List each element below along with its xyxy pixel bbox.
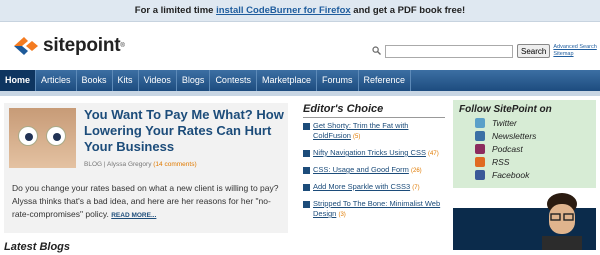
editors-item-count: (3) <box>338 212 346 218</box>
promo-banner: For a limited time install CodeBurner fo… <box>0 0 600 22</box>
editors-item-count: (47) <box>428 151 439 157</box>
brand-name: sitepoint <box>43 35 121 56</box>
article-icon <box>303 150 310 157</box>
featured-article: You Want To Pay Me What? How Lowering Yo… <box>4 103 288 233</box>
follow-label[interactable]: Podcast <box>492 144 523 154</box>
editors-item[interactable]: Get Shorty: Trim the Fat with ColdFusion… <box>303 121 445 142</box>
search-bar: Search Advanced Search Sitemap <box>372 42 597 60</box>
nav-blogs[interactable]: Blogs <box>177 70 211 91</box>
article-icon <box>303 201 310 208</box>
promo-link[interactable]: install CodeBurner for Firefox <box>216 5 351 16</box>
follow-label[interactable]: RSS <box>492 157 509 167</box>
article-icon <box>303 123 310 130</box>
promo-text-pre: For a limited time <box>134 5 217 16</box>
latest-blogs-heading: Latest Blogs <box>4 241 71 253</box>
follow-box: Follow SitePoint on Twitter Newsletters … <box>453 100 596 188</box>
editors-item-title[interactable]: Stripped To The Bone: Minimalist Web Des… <box>313 199 440 218</box>
nav-books[interactable]: Books <box>77 70 113 91</box>
nav-divider <box>0 91 600 96</box>
follow-podcast[interactable]: Podcast <box>475 144 596 154</box>
nav-reference[interactable]: Reference <box>359 70 412 91</box>
promo-text-post: and get a PDF book free! <box>350 5 466 16</box>
editors-item-title[interactable]: Add More Sparkle with CSS3 <box>313 182 410 191</box>
follow-title: Follow SitePoint on <box>459 104 552 115</box>
nav-contests[interactable]: Contests <box>210 70 257 91</box>
editors-item-count: (7) <box>412 185 420 191</box>
editors-item[interactable]: CSS: Usage and Good Form (26) <box>303 165 445 176</box>
nav-kits[interactable]: Kits <box>113 70 139 91</box>
editors-choice-title: Editor's Choice <box>303 103 445 118</box>
nav-articles[interactable]: Articles <box>36 70 77 91</box>
follow-newsletters[interactable]: Newsletters <box>475 131 596 141</box>
nav-marketplace[interactable]: Marketplace <box>257 70 317 91</box>
article-excerpt: Do you change your rates based on what a… <box>12 182 284 222</box>
search-icon <box>372 42 381 60</box>
search-button[interactable]: Search <box>517 44 551 58</box>
site-header: sitepoint ® Search Advanced Search Sitema… <box>0 22 600 70</box>
main-nav: Home Articles Books Kits Videos Blogs Co… <box>0 70 600 91</box>
follow-label[interactable]: Twitter <box>492 118 517 128</box>
article-title[interactable]: You Want To Pay Me What? How Lowering Yo… <box>84 107 284 155</box>
article-thumbnail[interactable] <box>9 108 76 168</box>
logo[interactable]: sitepoint ® <box>12 34 125 58</box>
nav-videos[interactable]: Videos <box>139 70 177 91</box>
article-comments[interactable]: (14 comments) <box>153 161 196 168</box>
follow-facebook[interactable]: Facebook <box>475 170 596 180</box>
follow-twitter[interactable]: Twitter <box>475 118 596 128</box>
sitemap-link[interactable]: Sitemap <box>553 51 596 58</box>
rss-icon <box>475 157 485 167</box>
facebook-icon <box>475 170 485 180</box>
follow-rss[interactable]: RSS <box>475 157 596 167</box>
nav-home[interactable]: Home <box>0 70 37 91</box>
editors-item-count: (5) <box>353 134 361 140</box>
article-category: BLOG <box>84 161 103 168</box>
editors-item[interactable]: Nifty Navigation Tricks Using CSS (47) <box>303 148 445 159</box>
follow-label[interactable]: Facebook <box>492 170 529 180</box>
article-author[interactable]: Alyssa Gregory <box>107 161 151 168</box>
editors-item[interactable]: Stripped To The Bone: Minimalist Web Des… <box>303 199 445 220</box>
editors-choice: Editor's Choice Get Shorty: Trim the Fat… <box>303 103 445 226</box>
follow-label[interactable]: Newsletters <box>492 131 536 141</box>
read-more-link[interactable]: READ MORE... <box>111 212 156 219</box>
sitepoint-logo-icon <box>12 34 40 58</box>
editors-item-title[interactable]: CSS: Usage and Good Form <box>313 165 409 174</box>
advanced-search-link[interactable]: Advanced Search <box>553 44 596 51</box>
article-meta: BLOG | Alyssa Gregory (14 comments) <box>84 161 197 168</box>
article-icon <box>303 184 310 191</box>
editors-item[interactable]: Add More Sparkle with CSS3 (7) <box>303 182 445 193</box>
newsletter-icon <box>475 131 485 141</box>
search-links: Advanced Search Sitemap <box>553 44 596 58</box>
nav-forums[interactable]: Forums <box>317 70 359 91</box>
editors-item-title[interactable]: Get Shorty: Trim the Fat with ColdFusion <box>313 121 408 140</box>
article-icon <box>303 167 310 174</box>
search-input[interactable] <box>385 44 513 58</box>
registered-mark: ® <box>120 43 125 49</box>
editors-item-count: (26) <box>410 168 422 174</box>
podcast-icon <box>475 144 485 154</box>
editors-item-title[interactable]: Nifty Navigation Tricks Using CSS <box>313 148 426 157</box>
twitter-icon <box>475 118 485 128</box>
person-illustration <box>540 190 584 250</box>
